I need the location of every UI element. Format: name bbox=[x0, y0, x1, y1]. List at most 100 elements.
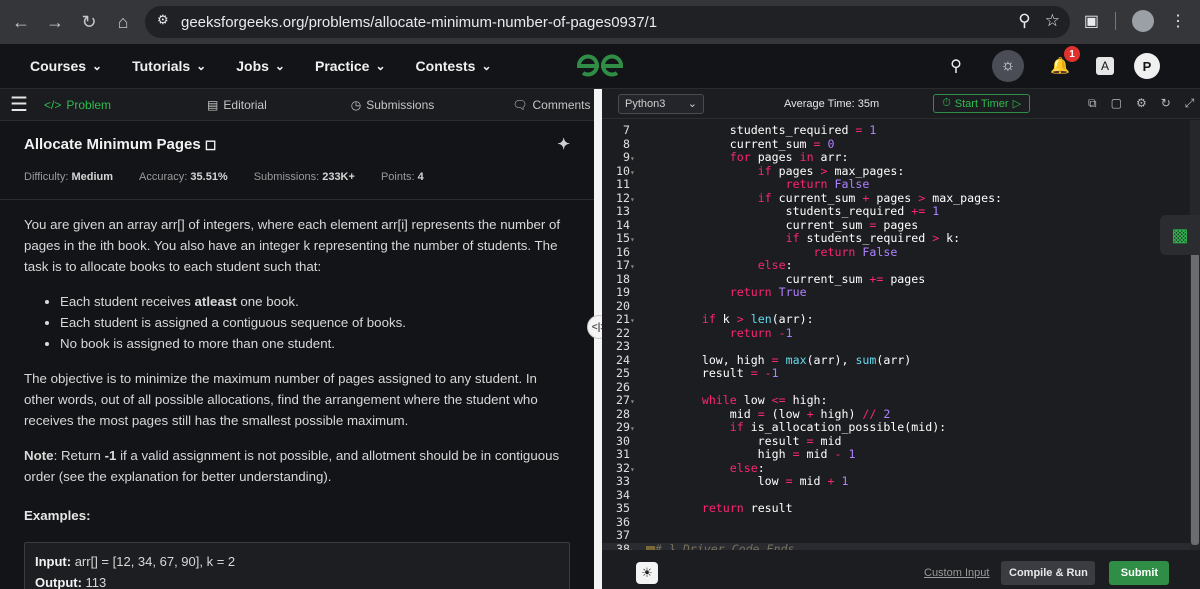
constraints-list: Each student receives atleast one book. … bbox=[60, 291, 570, 354]
start-timer-button[interactable]: ⏱ Start Timer ▷ bbox=[933, 94, 1031, 113]
url-text[interactable]: geeksforgeeks.org/problems/allocate-mini… bbox=[181, 14, 657, 31]
notification-badge: 1 bbox=[1064, 46, 1080, 62]
bookmark-icon[interactable]: ◻ bbox=[205, 136, 217, 153]
code-editor[interactable]: 7 students_required = 1 8 current_sum = … bbox=[602, 120, 1192, 550]
tab-problem[interactable]: </> Problem bbox=[44, 98, 111, 112]
problem-content: Allocate Minimum Pages ◻ ✦ Difficulty: M… bbox=[0, 135, 594, 589]
bug-report-icon[interactable]: ✦ bbox=[557, 135, 570, 153]
toolbar-divider bbox=[1115, 12, 1116, 30]
back-icon[interactable]: ← bbox=[4, 5, 38, 39]
example-output-value: 113 bbox=[81, 575, 107, 589]
comment-icon: 🗨 bbox=[512, 97, 528, 112]
scrollbar-thumb[interactable] bbox=[1191, 215, 1199, 545]
divider bbox=[0, 199, 594, 200]
code-line: 21▾ if k > len(arr): bbox=[616, 312, 814, 326]
chevron-down-icon: ⌄ bbox=[196, 59, 207, 73]
zoom-icon[interactable]: ⚲ bbox=[1018, 11, 1030, 31]
tab-submissions[interactable]: ◷ Submissions bbox=[351, 98, 435, 112]
editor-actions: ☀ Custom Input Compile & Run Submit bbox=[602, 557, 1200, 589]
translate-icon[interactable]: A bbox=[1096, 57, 1114, 75]
settings-icon[interactable]: ⚙ bbox=[1136, 96, 1147, 111]
copy-icon[interactable]: ⧉ bbox=[1088, 96, 1097, 111]
tab-problem-label: Problem bbox=[66, 97, 112, 112]
play-icon: ▷ bbox=[1012, 98, 1022, 110]
user-avatar[interactable]: P bbox=[1134, 53, 1160, 79]
code-line: 28 mid = (low + high) // 2 bbox=[616, 406, 891, 421]
menu-jobs[interactable]: Jobs ⌄ bbox=[236, 58, 285, 74]
menu-tutorials-label: Tutorials bbox=[132, 58, 191, 74]
code-line: 17▾ else: bbox=[616, 258, 793, 272]
problem-title-text: Allocate Minimum Pages bbox=[24, 135, 201, 153]
code-line: 15▾ if students_required > k: bbox=[616, 231, 961, 245]
home-icon[interactable]: ⌂ bbox=[106, 5, 140, 39]
example-input-label: Input: bbox=[35, 554, 72, 569]
hamburger-menu-icon[interactable]: ☰ bbox=[10, 92, 30, 117]
code-line: 29▾ if is_allocation_possible(mid): bbox=[616, 420, 947, 434]
note-paragraph: Note: Return -1 if a valid assignment is… bbox=[24, 445, 570, 487]
menu-contests[interactable]: Contests ⌄ bbox=[416, 58, 492, 74]
example-input-value: arr[] = [12, 34, 67, 90], k = 2 bbox=[71, 554, 236, 569]
reset-icon[interactable]: ↻ bbox=[1161, 96, 1171, 111]
extensions-icon[interactable]: ▣ bbox=[1084, 11, 1099, 31]
forward-icon[interactable]: → bbox=[38, 5, 72, 39]
search-icon[interactable]: ⚲ bbox=[940, 50, 972, 82]
problem-meta: Difficulty: Medium Accuracy: 35.51% Subm… bbox=[24, 171, 570, 183]
submit-button[interactable]: Submit bbox=[1109, 561, 1170, 585]
menu-practice-label: Practice bbox=[314, 58, 370, 74]
menu-courses-label: Courses bbox=[30, 58, 87, 74]
intro-paragraph: You are given an array arr[] of integers… bbox=[24, 217, 561, 274]
chevron-down-icon: ⌄ bbox=[481, 59, 492, 73]
code-line: 14 current_sum = pages bbox=[616, 217, 919, 232]
language-value: Python3 bbox=[625, 97, 666, 110]
notification-bell-icon[interactable]: 🔔 1 bbox=[1044, 46, 1080, 82]
editor-scrollbar[interactable] bbox=[1190, 120, 1200, 550]
site-info-icon[interactable]: ⚙ bbox=[157, 12, 169, 28]
code-line: 38▸ ↔ # } Driver Code Ends bbox=[602, 542, 1192, 550]
code-line: 7 students_required = 1 bbox=[623, 123, 877, 137]
chevron-down-icon: ⌄ bbox=[274, 59, 285, 73]
difficulty-value: Medium bbox=[71, 171, 114, 183]
code-line: 30 result = mid bbox=[616, 433, 842, 448]
chat-icon[interactable]: ▩ bbox=[1160, 215, 1200, 255]
compile-run-button[interactable]: Compile & Run bbox=[1001, 561, 1096, 585]
language-select[interactable]: Python3 ⌄ bbox=[618, 93, 704, 114]
chevron-down-icon: ⌄ bbox=[375, 59, 386, 73]
lightbulb-icon[interactable]: ☀ bbox=[636, 562, 658, 584]
reload-icon[interactable]: ↻ bbox=[72, 5, 106, 39]
code-line: 16 return False bbox=[616, 244, 898, 259]
bullet1-bold: atleast bbox=[194, 294, 237, 309]
example-output-label: Output: bbox=[35, 575, 82, 589]
fullscreen-icon[interactable]: ⤢ bbox=[1185, 96, 1195, 111]
tab-editorial-label: Editorial bbox=[223, 97, 267, 112]
code-line: 35 return result bbox=[616, 501, 793, 515]
bookmark-star-icon[interactable]: ☆ bbox=[1045, 11, 1060, 31]
list-item: No book is assigned to more than one stu… bbox=[60, 333, 570, 354]
custom-input-link[interactable]: Custom Input bbox=[924, 567, 989, 579]
example-input: Input: arr[] = [12, 34, 67, 90], k = 2 bbox=[35, 551, 559, 572]
browser-menu-icon[interactable]: ⋮ bbox=[1170, 11, 1186, 31]
menu-tutorials[interactable]: Tutorials ⌄ bbox=[132, 58, 206, 74]
clock-icon: ◷ bbox=[350, 97, 362, 112]
code-line: 26 bbox=[616, 379, 630, 394]
submissions-meta: Submissions: 233K+ bbox=[254, 171, 355, 183]
accuracy-value: 35.51% bbox=[190, 171, 228, 183]
file-icon[interactable]: ▢ bbox=[1111, 96, 1122, 111]
points-meta: Points: 4 bbox=[381, 171, 424, 183]
example-box: Input: arr[] = [12, 34, 67, 90], k = 2 O… bbox=[24, 542, 570, 589]
theme-toggle-icon[interactable]: ☼ bbox=[992, 50, 1024, 82]
browser-profile-avatar[interactable] bbox=[1132, 10, 1154, 32]
address-bar[interactable]: ⚙ geeksforgeeks.org/problems/allocate-mi… bbox=[145, 6, 1070, 38]
menu-practice[interactable]: Practice ⌄ bbox=[315, 58, 386, 74]
chevron-down-icon: ⌄ bbox=[92, 59, 103, 73]
problem-tabs: ☰ </> Problem ▤ Editorial ◷ Submissions 🗨 Co… bbox=[0, 89, 594, 121]
pane-splitter[interactable] bbox=[594, 89, 602, 589]
points-label: Points: bbox=[380, 171, 415, 183]
tab-comments[interactable]: 🗨 Comments bbox=[512, 98, 590, 112]
gfg-logo[interactable] bbox=[573, 52, 627, 87]
menu-courses[interactable]: Courses ⌄ bbox=[30, 58, 102, 74]
tab-editorial[interactable]: ▤ Editorial bbox=[207, 98, 267, 112]
code-line: 13 students_required += 1 bbox=[616, 204, 940, 218]
code-line: 37 bbox=[616, 528, 630, 542]
menu-contests-label: Contests bbox=[415, 58, 476, 74]
list-item: Each student is assigned a contiguous se… bbox=[60, 312, 570, 333]
